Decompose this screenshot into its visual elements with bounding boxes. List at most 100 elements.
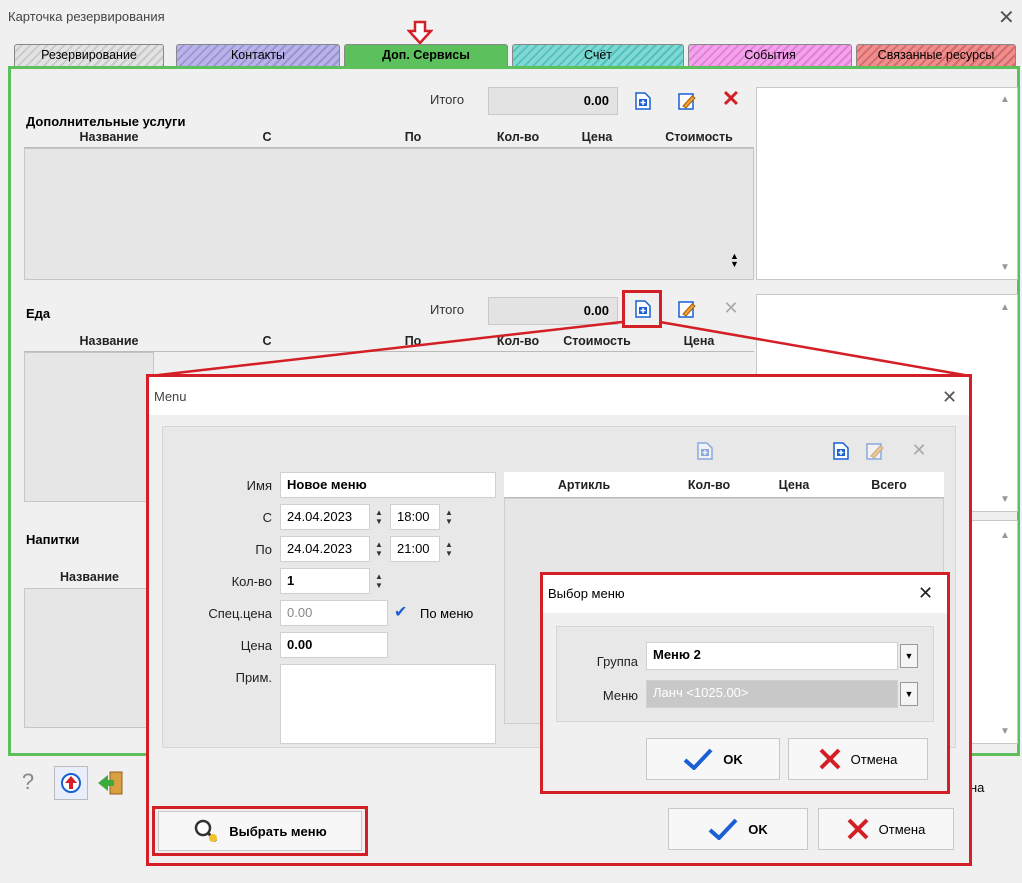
- from-time-spinner-icon[interactable]: ▲ ▼: [442, 504, 456, 530]
- close-icon[interactable]: ✕: [998, 8, 1015, 28]
- menu-dialog-title: Menu: [154, 389, 187, 404]
- scroll-down-icon[interactable]: ▼: [1000, 262, 1010, 273]
- qty-label: Кол-во: [231, 574, 272, 589]
- col-price[interactable]: Цена: [550, 130, 644, 144]
- drinks-scroll-up-icon[interactable]: ▲: [1000, 530, 1010, 541]
- tab-invoice[interactable]: Счёт: [512, 44, 684, 66]
- tab-reservation[interactable]: Резервирование: [14, 44, 164, 66]
- drinks-scroll-down-icon[interactable]: ▼: [1000, 726, 1010, 737]
- food-total-value: 0.00: [488, 297, 618, 325]
- group-label: Группа: [596, 654, 638, 669]
- col-article[interactable]: Артикль: [504, 478, 664, 492]
- group-select[interactable]: Меню 2: [646, 642, 898, 670]
- window-title: Карточка резервирования: [8, 9, 165, 24]
- delete-icon[interactable]: ✕: [720, 86, 742, 111]
- food-total-label: Итого: [430, 302, 465, 317]
- col-item-qty[interactable]: Кол-во: [664, 478, 754, 492]
- dialog-add-icon[interactable]: [830, 440, 852, 462]
- exit-icon[interactable]: [96, 768, 126, 798]
- col-qty[interactable]: Кол-во: [486, 130, 550, 144]
- food-col-qty[interactable]: Кол-во: [486, 334, 550, 348]
- to-time-spinner-icon[interactable]: ▲ ▼: [442, 536, 456, 562]
- col-item-total[interactable]: Всего: [834, 478, 944, 492]
- qty-spinner-icon[interactable]: ▲ ▼: [372, 568, 386, 594]
- grid-spinner-icon[interactable]: ▲ ▼: [730, 252, 739, 269]
- scroll-up-icon[interactable]: ▲: [1000, 94, 1010, 105]
- food-grid[interactable]: [24, 352, 154, 502]
- food-scroll-down-icon[interactable]: ▼: [1000, 494, 1010, 505]
- spec-price-label: Спец.цена: [208, 606, 272, 621]
- col-from[interactable]: С: [194, 130, 340, 144]
- extra-services-grid[interactable]: [24, 148, 754, 280]
- name-input[interactable]: Новое меню: [280, 472, 496, 498]
- price-label: Цена: [240, 638, 272, 653]
- note-textarea[interactable]: [280, 664, 496, 744]
- menu-dialog-close-icon[interactable]: ✕: [942, 388, 957, 406]
- drinks-title: Напитки: [26, 532, 80, 547]
- from-date-input[interactable]: 24.04.2023: [280, 504, 370, 530]
- col-item-price[interactable]: Цена: [754, 478, 834, 492]
- to-time-input[interactable]: 21:00: [390, 536, 440, 562]
- extra-total-value: 0.00: [488, 87, 618, 115]
- check-icon: [708, 818, 738, 840]
- food-col-price[interactable]: Цена: [644, 334, 754, 348]
- note-label: Прим.: [235, 670, 272, 685]
- food-scroll-up-icon[interactable]: ▲: [1000, 302, 1010, 313]
- col-cost[interactable]: Стоимость: [644, 130, 754, 144]
- group-dropdown-icon[interactable]: ▼: [900, 644, 918, 668]
- to-label: По: [255, 542, 272, 557]
- tab-events[interactable]: События: [688, 44, 852, 66]
- drinks-grid[interactable]: [24, 588, 154, 728]
- food-col-name[interactable]: Название: [24, 334, 194, 348]
- edit-icon[interactable]: [676, 90, 698, 112]
- col-name[interactable]: Название: [24, 130, 194, 144]
- food-col-to[interactable]: По: [340, 334, 486, 348]
- food-title: Еда: [26, 306, 51, 321]
- menu-select[interactable]: Ланч <1025.00>: [646, 680, 898, 708]
- by-menu-label[interactable]: По меню: [420, 606, 473, 621]
- tab-related-resources[interactable]: Связанные ресурсы: [856, 44, 1016, 66]
- choose-menu-button[interactable]: Выбрать меню: [158, 811, 362, 851]
- menu-dropdown-icon[interactable]: ▼: [900, 682, 918, 706]
- menu-label: Меню: [602, 688, 638, 703]
- to-date-spinner-icon[interactable]: ▲ ▼: [372, 536, 386, 562]
- price-input[interactable]: 0.00: [280, 632, 388, 658]
- to-date-input[interactable]: 24.04.2023: [280, 536, 370, 562]
- from-label: С: [262, 510, 272, 525]
- menu-select-ok-button[interactable]: OK: [646, 738, 780, 780]
- menu-select-close-icon[interactable]: ✕: [918, 584, 933, 602]
- help-icon[interactable]: ?: [8, 762, 48, 802]
- partial-button-label[interactable]: на: [970, 780, 984, 795]
- from-time-input[interactable]: 18:00: [390, 504, 440, 530]
- food-col-cost[interactable]: Стоимость: [550, 334, 644, 348]
- dialog-delete-icon[interactable]: ✕: [908, 439, 930, 461]
- menu-select-title: Выбор меню: [548, 586, 625, 601]
- dialog-edit-icon[interactable]: [864, 440, 886, 462]
- select-cancel-x-icon: [819, 748, 841, 770]
- tab-extra-services[interactable]: Доп. Сервисы: [344, 44, 508, 66]
- delete-food-icon[interactable]: ✕: [720, 297, 742, 319]
- from-date-spinner-icon[interactable]: ▲ ▼: [372, 504, 386, 530]
- pointer-arrow-icon: [407, 20, 433, 45]
- spec-price-input[interactable]: 0.00: [280, 600, 388, 626]
- magnifier-icon: [195, 819, 218, 843]
- menu-dialog-titlebar: [149, 377, 969, 415]
- drinks-col-name[interactable]: Название: [60, 570, 150, 584]
- name-label: Имя: [246, 478, 272, 493]
- select-check-icon: [683, 748, 713, 770]
- qty-input[interactable]: 1: [280, 568, 370, 594]
- col-to[interactable]: По: [340, 130, 486, 144]
- dialog-add-disabled-icon[interactable]: [694, 440, 716, 462]
- edit-food-icon[interactable]: [676, 298, 698, 320]
- menu-ok-button[interactable]: OK: [668, 808, 808, 850]
- add-food-icon[interactable]: [632, 298, 654, 320]
- menu-select-cancel-button[interactable]: Отмена: [788, 738, 928, 780]
- tab-contacts[interactable]: Контакты: [176, 44, 340, 66]
- upload-icon[interactable]: [54, 766, 88, 800]
- menu-cancel-button[interactable]: Отмена: [818, 808, 954, 850]
- by-menu-checkbox-icon[interactable]: ✔: [394, 605, 407, 621]
- extra-total-label: Итого: [430, 92, 465, 107]
- extra-services-notes[interactable]: [756, 87, 1018, 280]
- add-icon[interactable]: [632, 90, 654, 112]
- food-col-from[interactable]: С: [194, 334, 340, 348]
